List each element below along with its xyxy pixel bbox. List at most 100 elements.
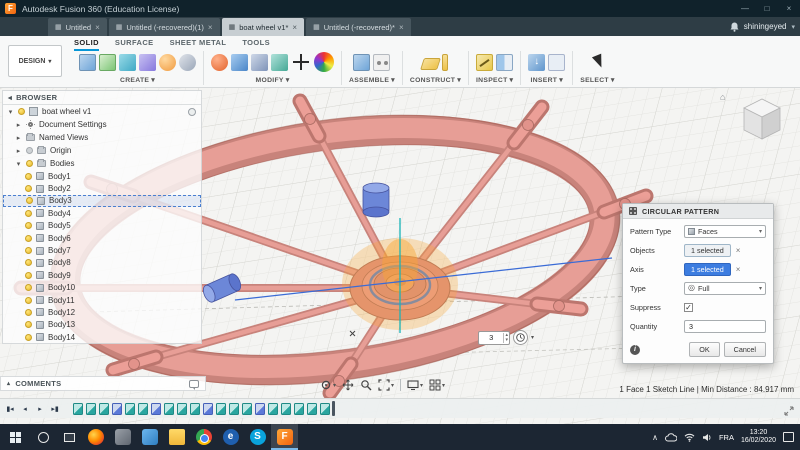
new-component-icon[interactable] <box>79 53 96 71</box>
cancel-button[interactable]: Cancel <box>723 342 766 357</box>
visibility-bulb-icon[interactable] <box>25 321 32 329</box>
collapse-panel-icon[interactable]: ◂ <box>8 93 12 102</box>
timeline-go-to-start-button[interactable]: ▮◂ <box>4 405 16 413</box>
speaker-icon[interactable] <box>702 433 712 442</box>
select-cursor-icon[interactable] <box>589 54 606 71</box>
create-menu[interactable]: CREATE ▾ <box>120 76 155 85</box>
timeline-go-to-end-button[interactable]: ▸▮ <box>49 405 61 413</box>
browser-body-body11[interactable]: Body11 <box>3 294 201 306</box>
timeline-feature-9-sketch-icon[interactable] <box>177 402 187 415</box>
browser-body-body12[interactable]: Body12 <box>3 306 201 318</box>
view-cube[interactable] <box>734 92 790 144</box>
browser-body-body3[interactable]: Body3 <box>3 194 201 208</box>
orbit-button[interactable]: ▾ <box>320 379 336 391</box>
browser-body-body14[interactable]: Body14 <box>3 331 201 343</box>
new-component-icon[interactable] <box>353 53 371 71</box>
visibility-bulb-icon[interactable] <box>25 271 32 279</box>
cylinder-primitive-icon[interactable] <box>139 53 156 71</box>
taskbar-skype-icon[interactable]: S <box>244 424 271 450</box>
display-settings-button[interactable]: ▾ <box>407 379 423 391</box>
visibility-bulb-icon[interactable] <box>26 197 33 205</box>
network-wifi-icon[interactable] <box>684 433 695 442</box>
timeline-play-button[interactable]: ▸ <box>34 405 46 413</box>
notification-bell-icon[interactable] <box>730 22 739 32</box>
timeline-feature-5-sketch-icon[interactable] <box>125 402 135 415</box>
quantity-hud-input[interactable]: 3 ▴ ▾ <box>478 330 510 345</box>
select-menu[interactable]: SELECT ▾ <box>580 76 614 85</box>
account-caret-icon[interactable]: ▾ <box>791 23 795 31</box>
task-view-button[interactable] <box>56 424 82 450</box>
tab-untitled-recovered-1[interactable]: ▦ Untitled (-recovered)(1) × <box>108 18 220 36</box>
browser-body-body10[interactable]: Body10 <box>3 282 201 294</box>
objects-selection-chip[interactable]: 1 selected <box>684 243 731 257</box>
browser-body-body4[interactable]: Body4 <box>3 207 201 219</box>
timeline-feature-20-sketch-icon[interactable] <box>320 402 330 415</box>
notification-center-icon[interactable] <box>783 432 794 442</box>
visibility-bulb-icon[interactable] <box>25 296 32 304</box>
insert-menu[interactable]: INSERT ▾ <box>531 76 563 85</box>
move-copy-icon[interactable] <box>291 52 311 72</box>
construction-plane-icon[interactable] <box>420 57 442 70</box>
taskbar-edge-icon[interactable]: e <box>217 424 244 450</box>
expand-caret-icon[interactable]: ▾ <box>7 108 14 116</box>
dialog-header[interactable]: CIRCULAR PATTERN <box>623 204 773 219</box>
visibility-bulb-icon[interactable] <box>26 147 33 154</box>
browser-body-body9[interactable]: Body9 <box>3 269 201 281</box>
visibility-bulb-icon[interactable] <box>25 284 32 292</box>
browser-body-body1[interactable]: Body1 <box>3 170 201 182</box>
timeline-feature-19-sketch-icon[interactable] <box>307 402 317 415</box>
expand-caret-icon[interactable]: ▸ <box>15 134 22 142</box>
language-indicator[interactable]: FRA <box>719 433 734 442</box>
minimize-button[interactable]: — <box>734 0 756 17</box>
taskbar-fusion-360-icon[interactable]: F <box>271 424 298 450</box>
browser-node-bodies[interactable]: ▾ Bodies <box>3 157 201 170</box>
coil-icon[interactable] <box>179 53 196 71</box>
visibility-bulb-icon[interactable] <box>25 209 32 217</box>
expand-timeline-icon[interactable] <box>784 403 794 421</box>
search-button[interactable] <box>30 424 56 450</box>
tab-close-icon[interactable]: × <box>399 23 404 32</box>
timeline-feature-17-sketch-icon[interactable] <box>281 402 291 415</box>
expand-caret-icon[interactable]: ▸ <box>15 147 22 155</box>
maximize-button[interactable]: □ <box>756 0 778 17</box>
timeline-feature-11-feature-icon[interactable] <box>203 402 213 415</box>
visibility-bulb-icon[interactable] <box>25 247 32 255</box>
browser-node-document-settings[interactable]: ▸ Document Settings <box>3 118 201 131</box>
create-sketch-icon[interactable] <box>99 53 116 71</box>
selected-face-cylinder-top[interactable] <box>362 182 390 218</box>
home-view-icon[interactable]: ⌂ <box>720 92 725 102</box>
workspace-selector[interactable]: DESIGN ▾ <box>8 45 62 77</box>
ok-button[interactable]: OK <box>689 342 720 357</box>
timeline-feature-10-sketch-icon[interactable] <box>190 402 200 415</box>
sphere-primitive-icon[interactable] <box>159 53 176 71</box>
type-select[interactable]: ◎ Full ▾ <box>684 281 766 295</box>
taskbar-gimp-icon[interactable] <box>109 424 136 450</box>
appearance-icon[interactable] <box>314 52 334 72</box>
browser-body-body13[interactable]: Body13 <box>3 319 201 331</box>
fillet-icon[interactable] <box>231 53 248 71</box>
shell-icon[interactable] <box>251 53 268 71</box>
assemble-menu[interactable]: ASSEMBLE ▾ <box>349 76 395 85</box>
hidden-icons-caret-icon[interactable]: ∧ <box>652 433 658 442</box>
zoom-button[interactable] <box>360 379 372 391</box>
chevron-down-icon[interactable]: ▾ <box>531 334 534 341</box>
visibility-bulb-icon[interactable] <box>25 234 32 242</box>
timeline-feature-7-feature-icon[interactable] <box>151 402 161 415</box>
timeline-feature-3-sketch-icon[interactable] <box>99 402 109 415</box>
tab-close-icon[interactable]: × <box>292 23 297 32</box>
clear-selection-icon[interactable]: × <box>736 246 741 255</box>
axis-selection-chip[interactable]: 1 selected <box>684 262 731 276</box>
visibility-bulb-icon[interactable] <box>18 108 25 115</box>
decal-icon[interactable] <box>548 53 566 71</box>
expand-caret-icon[interactable]: ▸ <box>15 121 22 129</box>
timeline-feature-1-sketch-icon[interactable] <box>73 402 83 415</box>
tab-untitled-1[interactable]: ▦ Untitled × <box>48 18 107 36</box>
suppress-checkbox[interactable]: ✓ <box>684 302 693 312</box>
measure-icon[interactable] <box>476 53 494 71</box>
browser-body-body2[interactable]: Body2 <box>3 182 201 194</box>
fit-view-button[interactable]: ▾ <box>378 379 394 391</box>
timeline-feature-2-sketch-icon[interactable] <box>86 402 96 415</box>
browser-body-body5[interactable]: Body5 <box>3 220 201 232</box>
browser-node-named-views[interactable]: ▸ Named Views <box>3 131 201 144</box>
taskbar-chrome-icon[interactable] <box>190 424 217 450</box>
